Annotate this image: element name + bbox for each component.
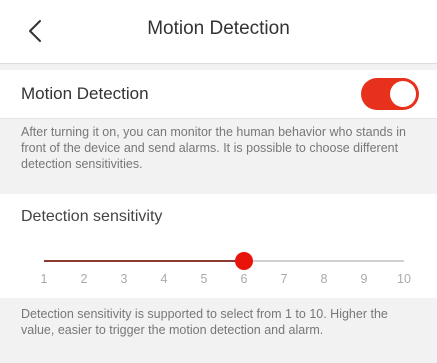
sensitivity-tick-label[interactable]: 1 — [34, 272, 54, 286]
sensitivity-tick-label[interactable]: 3 — [114, 272, 134, 286]
sensitivity-description: Detection sensitivity is supported to se… — [21, 307, 388, 337]
sensitivity-card: Detection sensitivity 1 2 3 4 5 6 7 8 9 10 — [0, 194, 437, 298]
motion-detection-label: Motion Detection — [21, 84, 149, 103]
sensitivity-slider-track[interactable] — [44, 260, 404, 262]
sensitivity-tick-label[interactable]: 7 — [274, 272, 294, 286]
sensitivity-tick-label[interactable]: 10 — [394, 272, 414, 286]
motion-detection-row: Motion Detection — [0, 70, 437, 119]
sensitivity-tick-label[interactable]: 4 — [154, 272, 174, 286]
header-bar: Motion Detection — [0, 0, 437, 64]
sensitivity-tick-label[interactable]: 9 — [354, 272, 374, 286]
sensitivity-label: Detection sensitivity — [21, 208, 163, 225]
sensitivity-tick-label[interactable]: 8 — [314, 272, 334, 286]
page-title: Motion Detection — [147, 18, 290, 39]
sensitivity-slider-fill — [44, 260, 244, 262]
motion-detection-description: After turning it on, you can monitor the… — [21, 125, 406, 171]
sensitivity-slider-thumb[interactable] — [235, 252, 253, 270]
sensitivity-tick-label[interactable]: 6 — [234, 272, 254, 286]
sensitivity-tick-label[interactable]: 2 — [74, 272, 94, 286]
motion-detection-toggle[interactable] — [361, 78, 419, 110]
toggle-knob — [390, 81, 416, 107]
sensitivity-tick-label[interactable]: 5 — [194, 272, 214, 286]
